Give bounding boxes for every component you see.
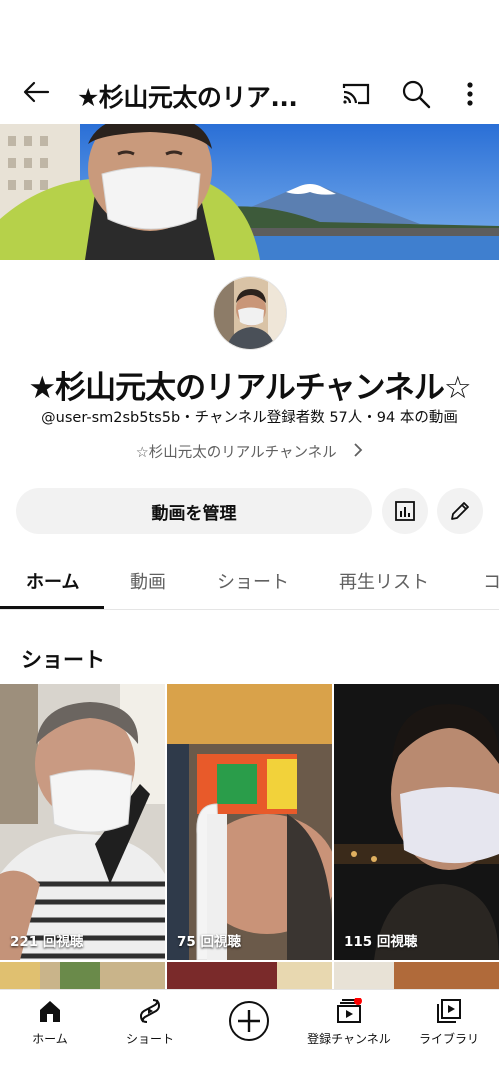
analytics-icon [395,501,415,521]
short-item[interactable]: 221 回視聴 [0,684,165,960]
shorts-grid: 221 回視聴 75 回視聴 115 回視聴 [0,684,499,989]
tab-videos[interactable]: 動画 [130,568,166,594]
more-vert-icon[interactable] [458,78,482,110]
nav-subscriptions-label: 登録チャンネル [307,1032,391,1046]
shorts-section-title: ショート [21,648,105,672]
edit-channel-button[interactable] [437,488,483,534]
pencil-icon [451,502,469,520]
short-view-count: 75 回視聴 [177,934,241,950]
channel-description: ☆杉山元太のリアルチャンネル [135,445,337,461]
create-icon[interactable] [228,1000,270,1042]
channel-name: ★杉山元太のリアルチャンネル☆ [28,370,471,406]
channel-avatar[interactable] [213,276,287,350]
channel-banner [0,124,499,260]
subscriptions-icon [337,998,362,1023]
bottom-navigation: ホーム ショート 登録チャンネル ライブラリ [0,989,499,1080]
top-app-bar: ★杉山元太のリア... [0,62,499,124]
short-item[interactable] [0,962,165,989]
nav-library-label: ライブラリ [418,1032,479,1046]
chevron-right-icon [353,443,363,461]
analytics-button[interactable] [382,488,428,534]
tab-home[interactable]: ホーム [26,568,79,594]
short-view-count: 115 回視聴 [344,934,418,950]
channel-meta: @user-sm2sb5ts5b・チャンネル登録者数 57人・94 本の動画 [41,410,458,426]
tab-shorts[interactable]: ショート [217,568,289,594]
short-item[interactable] [334,962,499,989]
nav-shorts-label: ショート [125,1032,174,1046]
nav-home-label: ホーム [32,1032,68,1046]
cast-icon[interactable] [340,78,372,110]
shorts-icon [139,999,161,1023]
back-arrow-icon[interactable] [20,76,52,108]
manage-videos-button[interactable]: 動画を管理 [16,488,372,534]
tab-playlists[interactable]: 再生リスト [339,568,429,594]
short-item[interactable] [167,962,332,989]
channel-description-link[interactable]: ☆杉山元太のリアルチャンネル [0,441,499,462]
search-icon[interactable] [400,78,432,110]
short-item[interactable]: 115 回視聴 [334,684,499,960]
home-icon [40,1001,60,1022]
short-item[interactable]: 75 回視聴 [167,684,332,960]
page-title: ★杉山元太のリア... [77,83,298,112]
nav-library[interactable]: ライブラリ [399,998,499,1047]
nav-shorts[interactable]: ショート [100,998,200,1047]
library-icon [437,999,461,1023]
active-tab-indicator [0,606,104,609]
nav-subscriptions[interactable]: 登録チャンネル [299,998,399,1047]
nav-home[interactable]: ホーム [0,998,100,1047]
channel-tabs: ホーム 動画 ショート 再生リスト コ [0,556,499,610]
tab-community[interactable]: コ [483,568,499,594]
short-view-count: 221 回視聴 [10,934,84,950]
